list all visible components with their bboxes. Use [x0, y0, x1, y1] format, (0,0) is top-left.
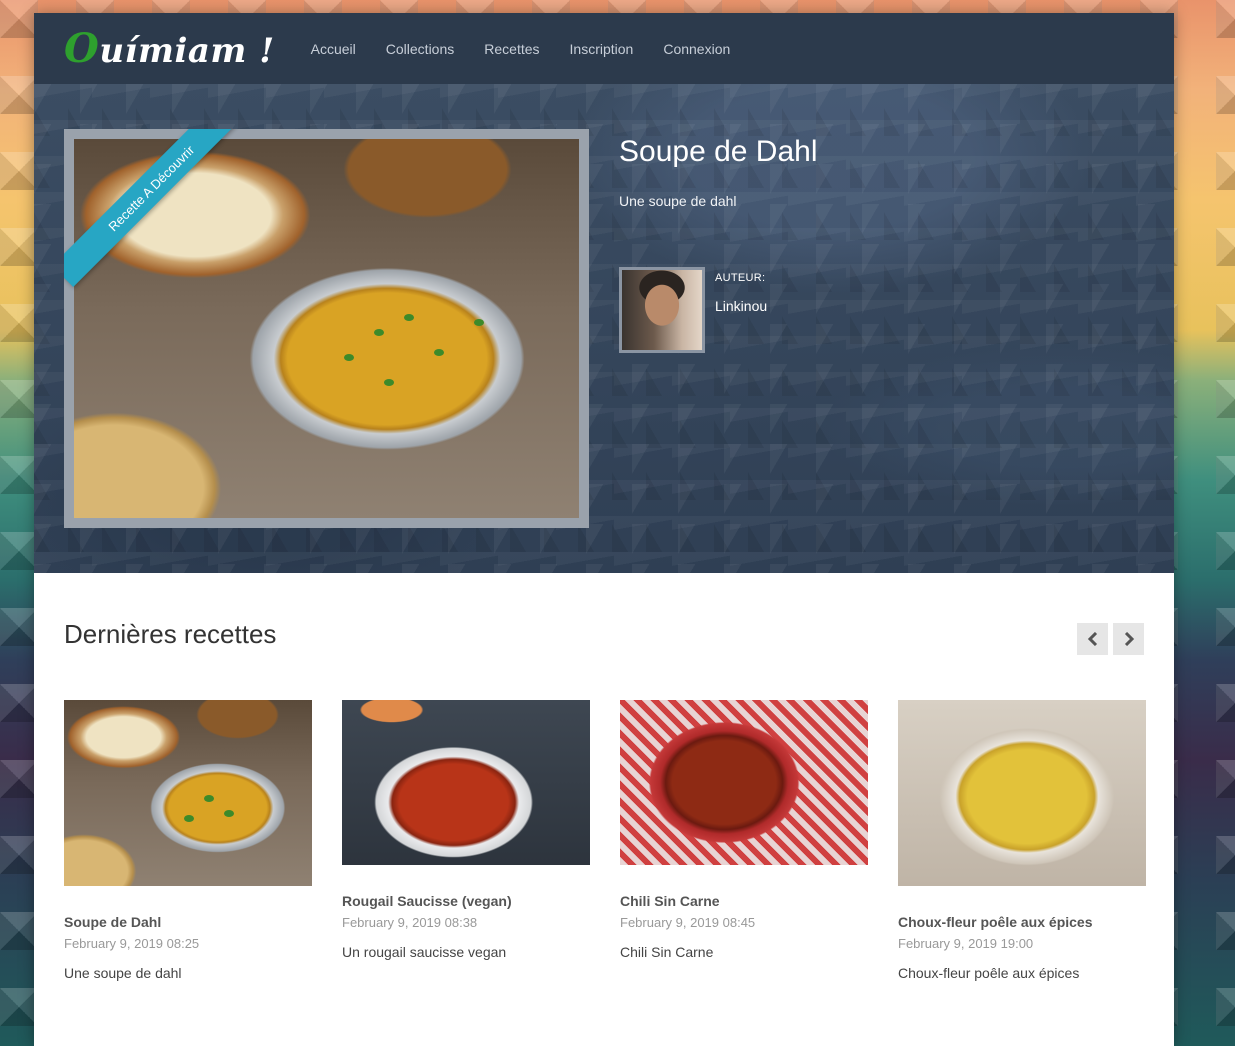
recipe-card-image[interactable]	[342, 700, 590, 865]
featured-recipe-description: Une soupe de dahl	[619, 193, 737, 209]
recipe-card-image[interactable]	[64, 700, 312, 886]
nav-link-recettes[interactable]: Recettes	[484, 41, 539, 57]
recipe-card-image[interactable]	[620, 700, 868, 865]
author-avatar[interactable]	[619, 267, 705, 353]
recipe-card-title[interactable]: Rougail Saucisse (vegan)	[342, 893, 590, 909]
chevron-left-icon	[1087, 632, 1097, 646]
author-meta: AUTEUR: Linkinou	[715, 267, 767, 353]
chevron-right-icon	[1124, 632, 1134, 646]
recipe-card-title[interactable]: Soupe de Dahl	[64, 914, 312, 930]
recipe-card-description: Un rougail saucisse vegan	[342, 944, 507, 960]
author-label: AUTEUR:	[715, 272, 766, 284]
recipe-card[interactable]: Chili Sin Carne February 9, 2019 08:45 C…	[620, 700, 868, 960]
recipe-card-date: February 9, 2019 08:45	[620, 915, 756, 930]
logo-text: uímiam !	[99, 31, 275, 71]
recipe-card[interactable]: Soupe de Dahl February 9, 2019 08:25 Une…	[64, 700, 312, 981]
recipe-card[interactable]: Choux-fleur poêle aux épices February 9,…	[898, 700, 1146, 981]
featured-recipe-hero: Recette A Découvrir Soupe de Dahl Une so…	[34, 84, 1174, 573]
site-logo[interactable]: Ouímiam !	[64, 25, 275, 72]
nav-link-accueil[interactable]: Accueil	[311, 41, 356, 57]
recipe-card-date: February 9, 2019 19:00	[898, 936, 1034, 951]
carousel-next-button[interactable]	[1113, 623, 1144, 655]
logo-o: O	[64, 25, 100, 72]
author-box: AUTEUR: Linkinou	[619, 267, 1144, 353]
page-container: Ouímiam ! Accueil Collections Recettes I…	[34, 13, 1174, 1046]
nav-link-collections[interactable]: Collections	[386, 41, 454, 57]
author-name[interactable]: Linkinou	[715, 298, 767, 314]
navbar: Ouímiam ! Accueil Collections Recettes I…	[34, 13, 1174, 84]
featured-recipe-info: Soupe de Dahl Une soupe de dahl AUTEUR: …	[619, 129, 1144, 353]
recipe-card-description: Choux-fleur poêle aux épices	[898, 965, 1080, 981]
recipe-card-title[interactable]: Choux-fleur poêle aux épices	[898, 914, 1146, 930]
recipe-card-date: February 9, 2019 08:38	[342, 915, 478, 930]
nav-link-inscription[interactable]: Inscription	[570, 41, 634, 57]
recipe-card-description: Chili Sin Carne	[620, 944, 714, 960]
recipe-card-image[interactable]	[898, 700, 1146, 886]
featured-recipe-title[interactable]: Soupe de Dahl	[619, 135, 1144, 169]
recipe-card-title[interactable]: Chili Sin Carne	[620, 893, 868, 909]
recipe-card-date: February 9, 2019 08:25	[64, 936, 200, 951]
recipe-card-description: Une soupe de dahl	[64, 965, 182, 981]
carousel-prev-button[interactable]	[1077, 623, 1108, 655]
featured-image-frame[interactable]: Recette A Découvrir	[64, 129, 589, 528]
recipe-card[interactable]: Rougail Saucisse (vegan) February 9, 201…	[342, 700, 590, 960]
section-title: Dernières recettes	[64, 619, 277, 649]
nav-link-connexion[interactable]: Connexion	[663, 41, 730, 57]
